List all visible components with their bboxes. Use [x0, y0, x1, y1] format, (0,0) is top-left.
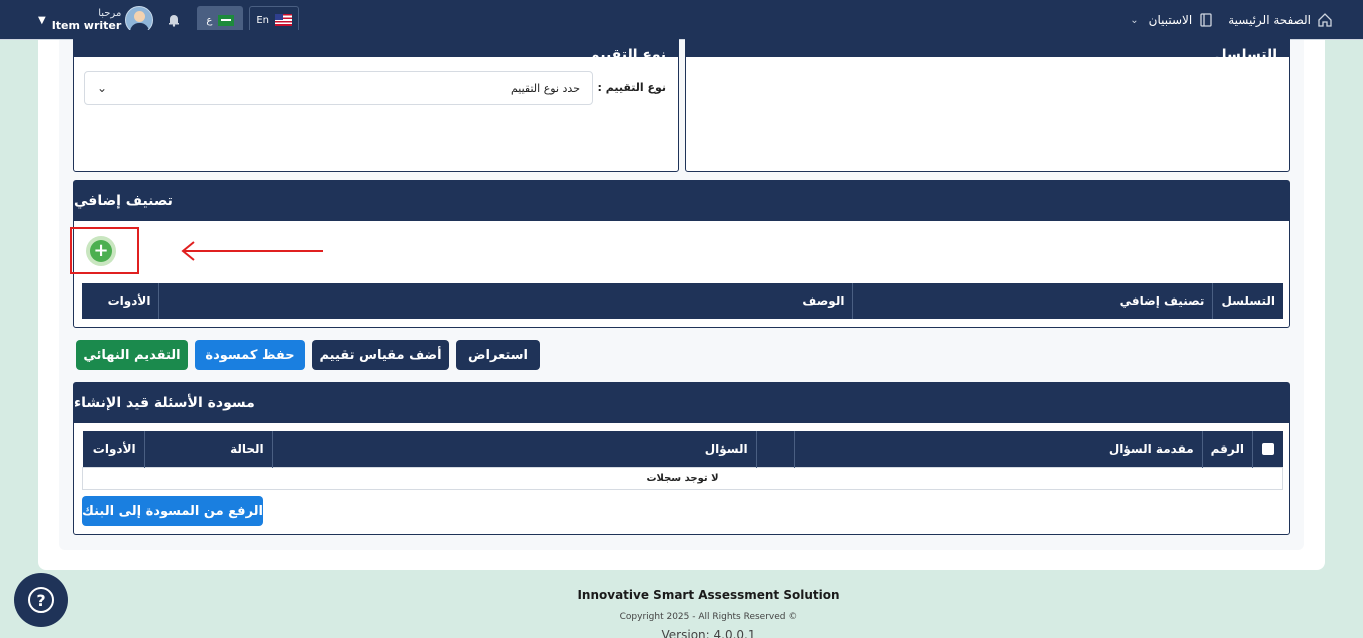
col-blank	[755, 431, 795, 467]
caret-down-icon[interactable]: ▼	[38, 15, 46, 26]
user-info[interactable]: مرحبا Item writer	[52, 8, 122, 32]
home-icon	[1318, 13, 1332, 27]
drafts-header: مسودة الأسئلة قيد الإنشاء	[74, 383, 1289, 423]
eval-type-select[interactable]: ⌄ حدد نوع التقييم	[84, 71, 593, 105]
final-submit-button[interactable]: التقديم النهائي	[76, 340, 188, 370]
drafts-panel: مسودة الأسئلة قيد الإنشاء الرقم مقدمة ال…	[73, 382, 1290, 535]
classification-table: التسلسل تصنيف إضافي الوصف الأدوات	[82, 283, 1283, 319]
footer-title: Innovative Smart Assessment Solution	[577, 588, 840, 602]
nav-home[interactable]: الصفحة الرئيسية	[1228, 12, 1333, 28]
eval-type-placeholder: حدد نوع التقييم	[510, 81, 580, 95]
saudi-flag-icon	[218, 14, 235, 26]
col-description: الوصف	[158, 283, 853, 319]
drafts-table: الرقم مقدمة السؤال السؤال الحالة الأدوات…	[82, 431, 1283, 490]
save-draft-button[interactable]: حفظ كمسودة	[195, 340, 305, 370]
arrow-left-annotation	[181, 241, 323, 261]
extra-classification-header: تصنيف إضافي	[74, 181, 1289, 221]
eval-type-label: نوع التقييم :	[597, 81, 666, 94]
col-question-intro: مقدمة السؤال	[793, 431, 1203, 467]
bell-icon[interactable]	[167, 13, 181, 27]
upload-to-bank-button[interactable]: الرفع من المسودة إلى البنك	[82, 496, 263, 526]
chevron-down-icon: ⌄	[97, 81, 108, 95]
table-row: لا توجد سجلات	[82, 466, 1283, 490]
select-all-checkbox[interactable]	[1261, 443, 1274, 456]
nav-home-label: الصفحة الرئيسية	[1228, 13, 1311, 27]
plus-icon: +	[90, 240, 112, 262]
chevron-down-icon: ⌄	[1130, 14, 1139, 26]
empty-message: لا توجد سجلات	[82, 466, 1283, 490]
eval-type-header: نوع التقييم	[74, 31, 678, 57]
col-tools: الأدوات	[82, 431, 145, 467]
nav-questionnaire-label: الاستبيان	[1148, 13, 1193, 27]
book-icon	[1200, 13, 1212, 27]
lang-ar-label: ع	[206, 14, 213, 26]
sequence-header: التسلسل	[686, 31, 1289, 57]
nav-questionnaire[interactable]: الاستبيان ⌄	[1130, 12, 1214, 28]
preview-button[interactable]: استعراض	[456, 340, 540, 370]
eval-type-panel: نوع التقييم نوع التقييم : ⌄ حدد نوع التق…	[73, 30, 679, 172]
us-flag-icon	[274, 14, 293, 26]
select-all-cell	[1252, 431, 1283, 467]
footer-version: Version: 4.0.0.1	[661, 628, 756, 638]
add-rating-scale-button[interactable]: أضف مقياس تقييم	[312, 340, 449, 370]
question-mark-icon: ?	[28, 587, 54, 613]
lang-en-label: En	[256, 14, 269, 26]
add-classification-button[interactable]: +	[86, 236, 116, 266]
col-tools: الأدوات	[82, 283, 159, 319]
col-number: الرقم	[1201, 431, 1253, 467]
col-sequence: التسلسل	[1212, 283, 1283, 319]
footer-copyright: Copyright 2025 - All Rights Reserved ©	[619, 612, 798, 622]
col-question: السؤال	[271, 431, 757, 467]
col-extra-classification: تصنيف إضافي	[852, 283, 1213, 319]
help-button[interactable]: ?	[14, 573, 68, 627]
col-status: الحالة	[143, 431, 273, 467]
sequence-panel: التسلسل	[685, 30, 1290, 172]
